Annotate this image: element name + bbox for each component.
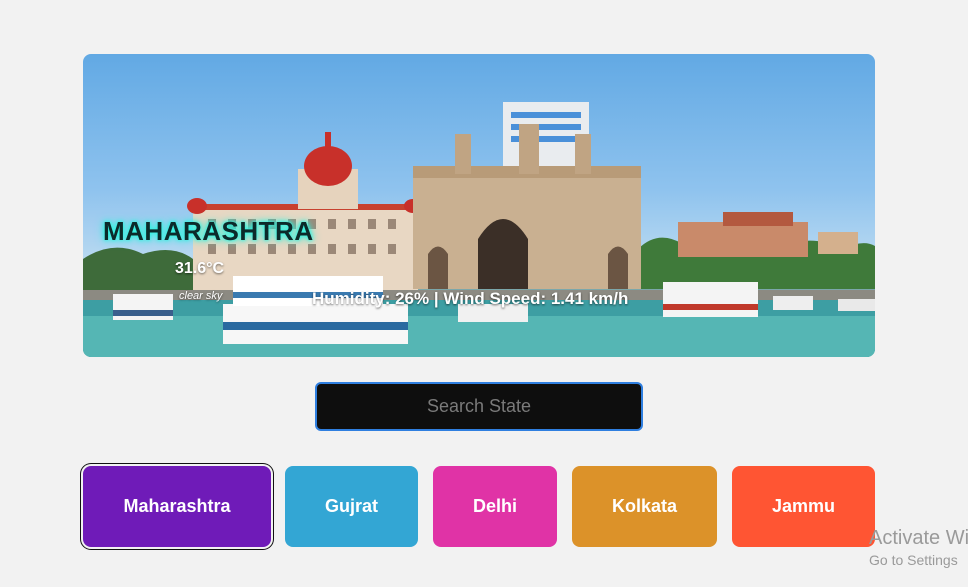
watermark-subtitle: Go to Settings <box>869 552 958 568</box>
state-button-maharashtra[interactable]: Maharashtra <box>83 466 271 547</box>
state-button-delhi[interactable]: Delhi <box>433 466 557 547</box>
watermark-title: Activate Wi <box>869 527 968 549</box>
state-name: MAHARASHTRA <box>103 216 314 246</box>
weather-description: clear sky <box>179 290 223 302</box>
weather-card: MAHARASHTRA 31.6°C clear sky Humidity: 2… <box>83 54 875 357</box>
state-button-kolkata[interactable]: Kolkata <box>572 466 717 547</box>
humidity-wind-details: Humidity: 26% | Wind Speed: 1.41 km/h <box>312 289 629 308</box>
weather-app: MAHARASHTRA 31.6°C clear sky Humidity: 2… <box>0 0 968 587</box>
search-state-input[interactable] <box>315 382 643 431</box>
temperature: 31.6°C <box>175 260 225 277</box>
state-button-gujrat[interactable]: Gujrat <box>285 466 418 547</box>
city-background-image <box>83 102 875 357</box>
activation-watermark: Activate Wi Go to Settings <box>869 527 968 568</box>
state-button-jammu[interactable]: Jammu <box>732 466 875 547</box>
